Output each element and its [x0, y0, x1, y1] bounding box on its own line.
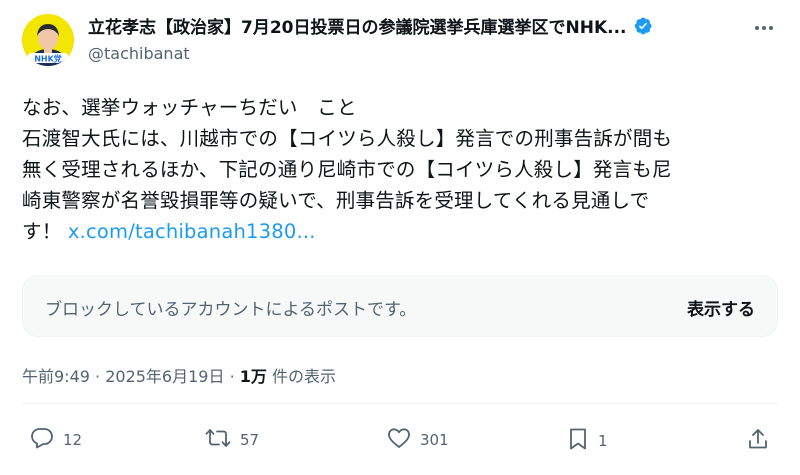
post-metadata: 午前9:49 · 2025年6月19日 · 1万 件の表示	[22, 363, 336, 387]
share-icon	[747, 427, 769, 455]
tweet-line-last: す！ x.com/tachibanah1380...	[22, 216, 782, 247]
display-name[interactable]: 立花孝志【政治家】7月20日投票日の参議院選挙兵庫選挙区でNHK...	[88, 13, 738, 38]
tweet-line: 崎東警察が名誉毀損罪等の疑いで、刑事告訴を受理してくれる見通しで	[22, 189, 650, 212]
like-button[interactable]: 301	[387, 427, 449, 453]
tweet-line-prefix: す！	[22, 220, 68, 243]
display-name-text[interactable]: 立花孝志【政治家】7月20日投票日の参議院選挙兵庫選挙区でNHK...	[88, 13, 627, 38]
share-button[interactable]	[747, 427, 769, 455]
verified-badge-icon	[633, 16, 653, 36]
tweet-line: 無く受理されるほか、下記の通り尼崎市での【コイツら人殺し】発言も尼	[22, 158, 672, 181]
views-count: 1万	[239, 367, 267, 386]
reply-button[interactable]: 12	[30, 427, 82, 453]
user-handle[interactable]: @tachibanat	[88, 44, 190, 63]
meta-separator: ·	[95, 367, 106, 386]
views-label: 件の表示	[266, 367, 336, 386]
repost-count: 57	[240, 431, 260, 449]
meta-separator: ·	[229, 367, 240, 386]
tweet-line: 石渡智大氏には、川越市での【コイツら人殺し】発言での刑事告訴が間も	[22, 127, 673, 150]
post-date[interactable]: 2025年6月19日	[105, 367, 224, 386]
blocked-post-card: ブロックしているアカウントによるポストです。 表示する	[22, 275, 778, 337]
avatar[interactable]: NHK党	[22, 14, 74, 66]
tweet-link[interactable]: x.com/tachibanah1380...	[68, 220, 316, 243]
reply-icon	[30, 427, 54, 453]
tweet-line: なお、選挙ウォッチャーちだい こと	[22, 96, 357, 119]
bookmark-button[interactable]: 1	[567, 427, 608, 455]
heart-icon	[387, 427, 411, 453]
repost-icon	[205, 427, 231, 453]
blocked-post-message: ブロックしているアカウントによるポストです。	[45, 300, 417, 320]
tweet-text: なお、選挙ウォッチャーちだい こと 石渡智大氏には、川越市での【コイツら人殺し】…	[22, 92, 782, 247]
bookmark-icon	[567, 427, 589, 455]
repost-button[interactable]: 57	[205, 427, 259, 453]
bookmark-count: 1	[598, 432, 608, 450]
show-post-button[interactable]: 表示する	[687, 295, 755, 320]
like-count: 301	[420, 431, 449, 449]
avatar-badge-text: NHK党	[34, 54, 62, 64]
divider	[22, 403, 778, 404]
post-time[interactable]: 午前9:49	[22, 367, 90, 386]
reply-count: 12	[63, 431, 83, 449]
more-options-icon[interactable]	[752, 18, 776, 38]
